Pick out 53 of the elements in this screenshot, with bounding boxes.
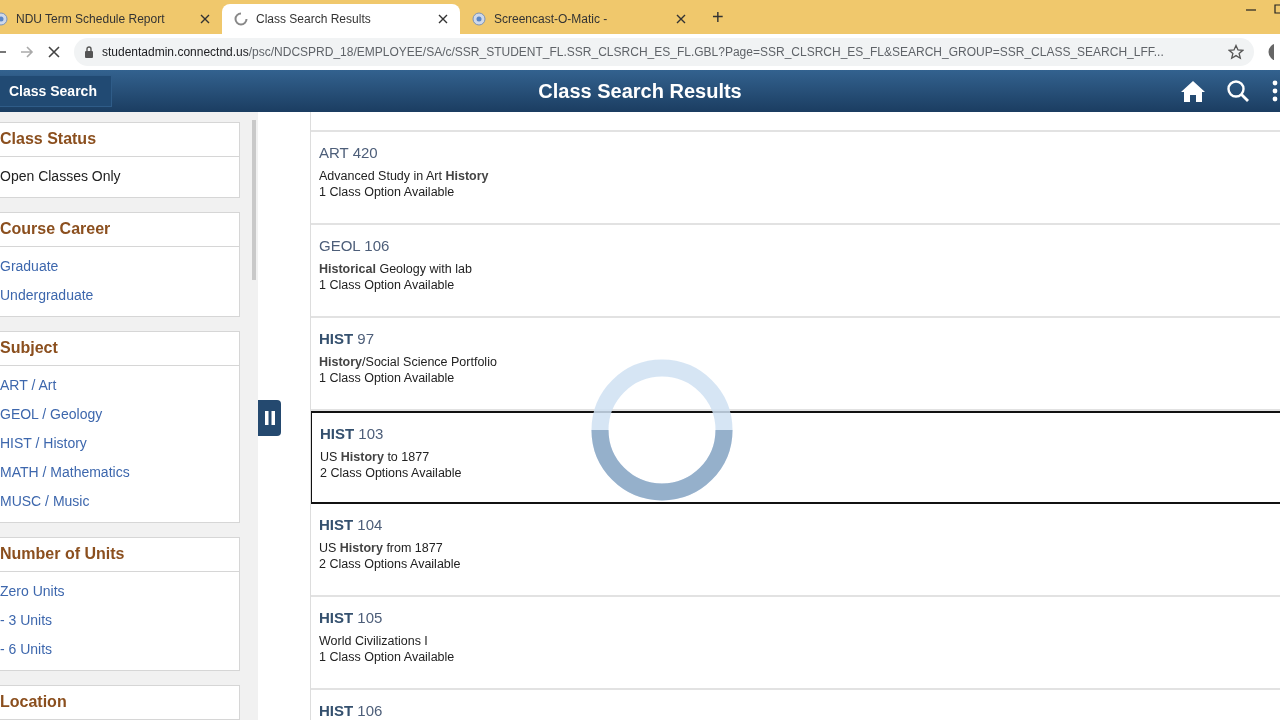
filter-heading: Subject <box>0 332 239 366</box>
filter-value: Open Classes Only <box>0 167 122 186</box>
class-options-count: 1 Class Option Available <box>319 183 455 200</box>
filter-link[interactable]: MUSC / Music <box>0 487 239 516</box>
filter-link[interactable]: - 6 Units <box>0 635 239 664</box>
address-bar[interactable]: studentadmin.connectnd.us/psc/NDCSPRD_18/EMPLOYEE/SA/c/SSR_STUDENT_FL.SSR_CLSRCH_ES_FL.GBL?Page=SSR_CLSRCH_ES_FL&SEARCH_GROUP=SSR_CLASS_SEARCH_LFF... <box>74 38 1254 66</box>
tab-title: NDU Term Schedule Report <box>16 11 166 28</box>
browser-tab[interactable]: Class Search Results <box>222 4 460 34</box>
filter-link[interactable]: GEOL / Geology <box>0 400 239 429</box>
page-title: Class Search Results <box>538 79 742 104</box>
course-code: HIST 97 <box>319 329 375 349</box>
course-title: History/Social Science Portfolio <box>319 353 497 370</box>
filter-link[interactable]: HIST / History <box>0 429 239 458</box>
course-code: GEOL 106 <box>319 236 390 256</box>
course-title: US History to 1877 <box>320 448 430 465</box>
result-row[interactable]: HIST 104 US History from 1877 2 Class Options Available <box>311 504 1280 597</box>
course-title: World Civilizations I <box>319 632 428 649</box>
url-text: studentadmin.connectnd.us/psc/NDCSPRD_18/EMPLOYEE/SA/c/SSR_STUDENT_FL.SSR_CLSRCH_ES_FL.GBL?Page=SSR_CLSRCH_ES_FL&SEARCH_GROUP=SSR_CLASS_SEARCH_LFF... <box>102 44 1164 61</box>
filter-heading: Class Status <box>0 123 239 157</box>
course-code: HIST 106 <box>319 701 383 720</box>
result-row[interactable]: ART 420 Advanced Study in Art History 1 Class Option Available <box>311 132 1280 225</box>
class-options-count: 1 Class Option Available <box>319 369 455 386</box>
class-options-count: 2 Class Options Available <box>320 464 462 481</box>
browser-tab[interactable]: NDU Term Schedule Report <box>0 4 222 34</box>
filter-heading: Location <box>0 686 239 720</box>
course-title: US History from 1877 <box>319 539 443 556</box>
result-row[interactable]: GEOL 106 Historical Geology with lab 1 Class Option Available <box>311 225 1280 318</box>
result-row[interactable]: HIST 106 <box>311 690 1280 720</box>
filter-link[interactable]: Graduate <box>0 252 239 281</box>
filter-link[interactable]: Zero Units <box>0 577 239 606</box>
course-code: HIST 103 <box>320 424 384 444</box>
class-options-count: 1 Class Option Available <box>319 276 455 293</box>
course-code: ART 420 <box>319 143 378 163</box>
filter-link[interactable]: ART / Art <box>0 371 239 400</box>
filter-link[interactable]: MATH / Mathematics <box>0 458 239 487</box>
class-options-count: 1 Class Option Available <box>319 648 455 665</box>
course-code: HIST 104 <box>319 515 383 535</box>
new-tab-button[interactable]: + <box>712 7 724 27</box>
course-code: HIST 105 <box>319 608 383 628</box>
tab-title: Class Search Results <box>256 11 372 28</box>
result-row[interactable]: HIST 103 US History to 1877 2 Class Options Available <box>311 411 1280 504</box>
result-row[interactable]: HIST 97 History/Social Science Portfolio 1 Class Option Available <box>311 318 1280 411</box>
back-button[interactable]: Class Search <box>0 75 112 107</box>
filter-heading: Number of Units <box>0 538 239 572</box>
course-title: Historical Geology with lab <box>319 260 472 277</box>
filter-link[interactable]: - 3 Units <box>0 606 239 635</box>
filter-link[interactable]: Undergraduate <box>0 281 239 310</box>
browser-tab[interactable]: Screencast-O-Matic - <box>460 4 698 34</box>
course-title: Advanced Study in Art History <box>319 167 489 184</box>
class-options-count: 2 Class Options Available <box>319 555 461 572</box>
result-row[interactable]: HIST 105 World Civilizations I 1 Class Option Available <box>311 597 1280 690</box>
filter-heading: Course Career <box>0 213 239 247</box>
tab-title: Screencast-O-Matic - <box>494 11 609 28</box>
